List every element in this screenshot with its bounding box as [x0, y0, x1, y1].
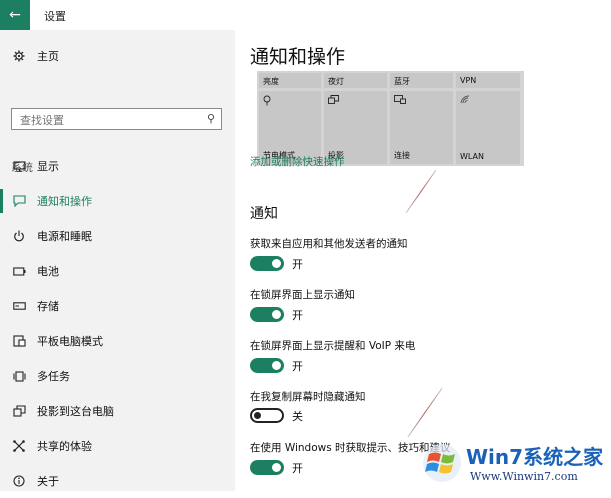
- sidebar: 主页 ⚲ 系统 显示 通知和操作 电源和睡眠 电池 存储 平板电脑模式 多任务 …: [0, 30, 235, 491]
- setting-label: 在我复制屏幕时隐藏通知: [250, 391, 366, 403]
- notification-icon: [11, 195, 27, 207]
- watermark-title: Win7系统之家: [466, 445, 604, 469]
- toggle-app-notifications[interactable]: [250, 256, 284, 271]
- sidebar-item-battery[interactable]: 电池: [0, 254, 235, 288]
- quick-action-label: 亮度: [263, 77, 279, 86]
- toggle-knob: [272, 361, 281, 370]
- sidebar-item-label: 通知和操作: [37, 195, 92, 208]
- watermark: Win7系统之家 Www.Winwin7.com: [418, 438, 608, 488]
- quick-action-wlan[interactable]: WLAN: [456, 91, 520, 164]
- toggle-state: 关: [292, 410, 303, 423]
- sidebar-item-shared-experiences[interactable]: 共享的体验: [0, 429, 235, 463]
- page-title: 通知和操作: [250, 46, 346, 68]
- sidebar-item-home[interactable]: 主页: [0, 39, 235, 73]
- tablet-mode-icon: [11, 335, 27, 347]
- quick-action-night-light[interactable]: 夜灯: [324, 73, 387, 88]
- sidebar-item-notifications[interactable]: 通知和操作: [0, 184, 235, 218]
- search-icon: ⚲: [206, 112, 215, 125]
- sidebar-item-storage[interactable]: 存储: [0, 289, 235, 323]
- gear-icon: [11, 50, 27, 62]
- arrow-left-icon: ←: [9, 7, 21, 23]
- watermark-url: Www.Winwin7.com: [470, 470, 578, 483]
- toggle-knob: [272, 463, 281, 472]
- toggle-state: 开: [292, 360, 303, 373]
- sidebar-item-label: 电池: [37, 265, 59, 278]
- toggle-lock-screen-notifications[interactable]: [250, 307, 284, 322]
- add-remove-quick-actions-link[interactable]: 添加或删除快速操作: [250, 154, 345, 169]
- sidebar-item-power[interactable]: 电源和睡眠: [0, 219, 235, 253]
- quick-action-bluetooth[interactable]: 蓝牙: [390, 73, 453, 88]
- quick-action-label: 夜灯: [328, 77, 344, 86]
- quick-action-brightness[interactable]: 亮度: [259, 73, 321, 88]
- toggle-knob: [272, 310, 281, 319]
- battery-icon: [11, 266, 27, 276]
- sidebar-item-label: 主页: [37, 50, 59, 63]
- sidebar-item-label: 电源和睡眠: [37, 230, 92, 243]
- sidebar-item-project-to-pc[interactable]: 投影到这台电脑: [0, 394, 235, 428]
- decorative-stroke: [405, 169, 437, 214]
- quick-actions-grid: 亮度 夜灯 蓝牙 VPN 节电模式 投影 连接 WLAN: [257, 71, 524, 166]
- project-icon: [328, 95, 339, 106]
- quick-action-label: WLAN: [460, 152, 485, 161]
- title-bar: ← 设置: [0, 0, 611, 30]
- monitor-icon: [11, 160, 27, 172]
- windows-logo-icon: [422, 442, 462, 484]
- toggle-hide-when-duplicating[interactable]: [250, 408, 284, 423]
- setting-label: 获取来自应用和其他发送者的通知: [250, 238, 408, 250]
- storage-icon: [11, 302, 27, 310]
- back-button[interactable]: ←: [0, 0, 30, 30]
- wifi-icon: [460, 95, 470, 106]
- battery-saver-icon: [263, 95, 271, 108]
- search-box[interactable]: ⚲: [11, 108, 222, 130]
- sidebar-item-label: 关于: [37, 475, 59, 488]
- toggle-state: 开: [292, 462, 303, 475]
- sidebar-item-label: 投影到这台电脑: [37, 405, 114, 418]
- notifications-heading: 通知: [250, 206, 278, 222]
- project-icon: [11, 405, 27, 417]
- sidebar-item-label: 存储: [37, 300, 59, 313]
- sidebar-item-label: 平板电脑模式: [37, 335, 103, 348]
- toggle-state: 开: [292, 258, 303, 271]
- toggle-knob: [254, 412, 261, 419]
- sidebar-item-label: 显示: [37, 160, 59, 173]
- sidebar-item-tablet-mode[interactable]: 平板电脑模式: [0, 324, 235, 358]
- setting-label: 在锁屏界面上显示通知: [250, 289, 355, 301]
- quick-action-connect[interactable]: 连接: [390, 91, 453, 164]
- main-content: 通知和操作 亮度 夜灯 蓝牙 VPN 节电模式 投影 连接 WLAN 添加或删除…: [235, 30, 611, 491]
- power-icon: [11, 230, 27, 242]
- shared-experience-icon: [11, 440, 27, 452]
- sidebar-item-label: 多任务: [37, 370, 70, 383]
- window-title: 设置: [44, 10, 66, 23]
- toggle-tips-tricks[interactable]: [250, 460, 284, 475]
- search-input[interactable]: [18, 113, 192, 128]
- sidebar-item-multitasking[interactable]: 多任务: [0, 359, 235, 393]
- quick-action-label: 连接: [394, 151, 410, 160]
- toggle-state: 开: [292, 309, 303, 322]
- multitask-icon: [11, 370, 27, 382]
- connect-icon: [394, 95, 406, 106]
- info-icon: [11, 475, 27, 487]
- setting-label: 在锁屏界面上显示提醒和 VoIP 来电: [250, 340, 416, 352]
- quick-action-label: 蓝牙: [394, 77, 410, 86]
- quick-action-vpn[interactable]: VPN: [456, 73, 520, 88]
- toggle-knob: [272, 259, 281, 268]
- quick-action-label: VPN: [460, 76, 477, 85]
- sidebar-item-display[interactable]: 显示: [0, 149, 235, 183]
- sidebar-item-about[interactable]: 关于: [0, 464, 235, 498]
- toggle-lock-screen-reminders-voip[interactable]: [250, 358, 284, 373]
- sidebar-item-label: 共享的体验: [37, 440, 92, 453]
- decorative-stroke: [407, 387, 443, 438]
